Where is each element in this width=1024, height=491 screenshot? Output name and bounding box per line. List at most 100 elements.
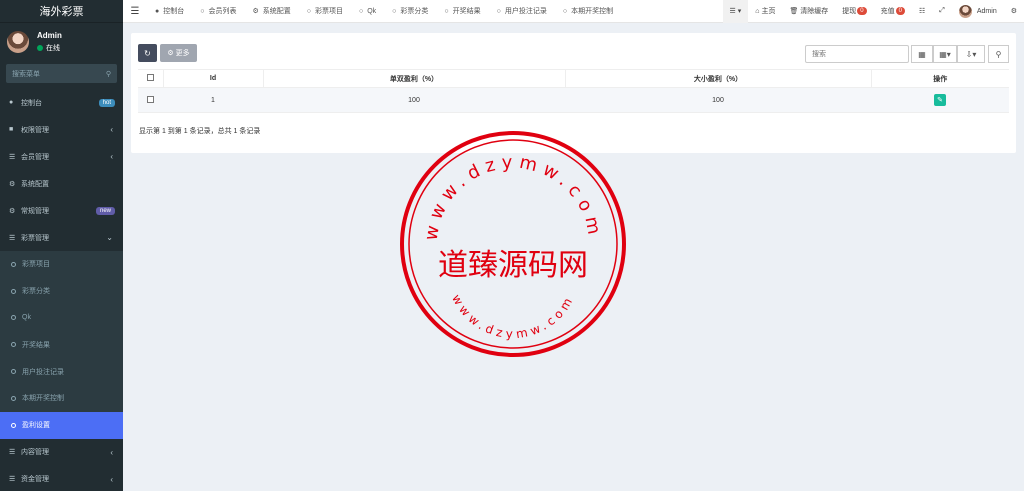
trash-icon: 🗑 [789,8,799,15]
withdraw-count-badge: 0 [857,7,867,15]
tab-bet-records[interactable]: ○ 用户投注记录 [489,0,555,23]
stamp-ring-text-bottom: www.dzymw.com [449,292,577,341]
sidebar-item-bet-records[interactable]: 用户投注记录 [0,358,123,385]
withdraw-link[interactable]: 提现 0 [835,0,873,23]
select-all-header [138,69,163,88]
chevron-left-icon: ‹ [110,474,113,484]
sidebar-item-content[interactable]: ☰ 内容管理 ‹ [0,439,123,466]
sidebar-item-draw-results[interactable]: 开奖结果 [0,331,123,358]
brand-logo[interactable]: 海外彩票 [0,0,123,23]
pencil-icon: ✎ [937,97,943,104]
group-icon: ■ [9,126,14,133]
column-header-id[interactable]: Id [162,69,263,88]
stamp-center-text: 道臻源码网 [438,248,588,283]
circle-icon [11,395,16,401]
tab-member-list[interactable]: ○ 会员列表 [192,0,244,23]
circle-icon: ○ [562,7,568,15]
gear-icon: ⚙ [167,50,174,57]
circle-icon [11,342,16,348]
cell-id: 1 [163,87,263,113]
cell-big-small: 100 [565,87,871,113]
watermark-stamp: www.dzymw.com www.dzymw.com 道臻源码网 [397,128,629,360]
columns-icon: ▦▾ [939,49,951,59]
sidebar-item-dashboard[interactable]: ● 控制台 hot [0,89,123,116]
tab-lottery-projects[interactable]: ○ 彩票项目 [299,0,351,23]
columns-button[interactable]: ▦▾ [933,45,957,63]
circle-icon [11,261,16,267]
export-button[interactable]: ⇩▾ [957,45,985,63]
tab-draw-control[interactable]: ○ 本期开奖控制 [555,0,621,23]
sidebar-item-system-config[interactable]: ⚙ 系统配置 [0,170,123,197]
circle-icon: ○ [496,7,501,15]
export-icon: ⇩▾ [965,49,977,59]
sidebar: 海外彩票 Admin 在线 搜索菜单 ⚲ ● 控制台 hot ■ 权限管理 ‹ … [0,0,123,491]
tab-draw-results[interactable]: ○ 开奖结果 [436,0,488,23]
dashboard-icon: ● [9,99,14,106]
circle-icon [11,369,16,375]
circle-icon [11,288,16,294]
more-button[interactable]: ⚙ 更多 [160,44,197,62]
circle-icon: ○ [358,7,364,15]
chevron-left-icon: ‹ [110,125,113,134]
user-menu[interactable]: Admin [952,0,1004,23]
sidebar-item-general[interactable]: ⚙ 常规管理 new [0,197,123,224]
recharge-link[interactable]: 充值 0 [874,0,912,23]
search-icon[interactable]: ⚲ [106,70,111,78]
chevron-down-icon: ⌄ [106,233,113,242]
gear-icon: ⚙ [252,8,259,15]
row-checkbox[interactable] [147,95,154,103]
gear-icon: ⚙ [9,180,16,188]
table-icon: ▦ [918,49,926,59]
clear-cache-button[interactable]: 🗑 清除缓存 [782,0,835,23]
column-header-big-small[interactable]: 大小盈利（%） [564,69,871,88]
sidebar-item-profit-settings[interactable]: 盈利设置 [0,411,123,439]
sidebar-item-funds[interactable]: ☰ 资金管理 ‹ [0,466,123,491]
home-link[interactable]: ⌂ 主页 [748,0,782,23]
sidebar-item-qk[interactable]: Qk [0,305,123,332]
dashboard-icon: ● [155,7,160,15]
chevron-left-icon: ‹ [110,447,113,457]
sidebar-item-lottery[interactable]: ☰ 彩票管理 ⌄ [0,224,123,251]
advanced-search-button[interactable]: ⚲ [988,45,1009,63]
sidebar-item-draw-control[interactable]: 本期开奖控制 [0,385,123,412]
profit-settings-table: Id 单双盈利（%） 大小盈利（%） 操作 1 100 100 ✎ [138,69,1009,113]
select-all-checkbox[interactable] [146,74,154,81]
edit-button[interactable]: ✎ [934,94,946,106]
lottery-submenu: 彩票项目 彩票分类 Qk 开奖结果 用户投注记录 本期开奖控制 盈利设置 [0,251,123,439]
table-row: 1 100 100 ✎ [138,87,1009,113]
sidebar-item-lottery-categories[interactable]: 彩票分类 [0,278,123,305]
tab-qk[interactable]: ○ Qk [351,0,384,23]
tab-lottery-categories[interactable]: ○ 彩票分类 [384,0,436,23]
sidebar-item-lottery-projects[interactable]: 彩票项目 [0,251,123,278]
table-toolbar: ↻ ⚙ 更多 ▦ ▦▾ ⇩▾ ⚲ [131,33,1016,67]
user-name: Admin [37,30,62,40]
new-badge: new [95,206,115,215]
table-header-row: Id 单双盈利（%） 大小盈利（%） 操作 [138,69,1009,88]
list-icon: ☰ [9,476,16,484]
settings-icon[interactable]: ⚙ [1004,0,1024,23]
menu-toggle-icon[interactable]: ☰ [123,6,147,17]
column-header-odd-even[interactable]: 单双盈利（%） [262,69,565,88]
fullscreen-icon[interactable]: ⤢ [932,0,952,23]
refresh-button[interactable]: ↻ [138,44,157,62]
list-icon: ☰ [9,449,16,457]
translate-icon[interactable]: ☷ [912,0,932,23]
chevron-left-icon: ‹ [110,152,113,161]
circle-icon: ○ [444,7,449,15]
home-icon: ⌂ [755,7,760,15]
sidebar-search-input[interactable]: 搜索菜单 ⚲ [6,64,117,83]
tab-dashboard[interactable]: ● 控制台 [147,0,192,23]
online-dot-icon [37,44,43,51]
list-icon: ☰ [9,234,16,242]
avatar [958,4,972,18]
topbar: ☰ ● 控制台 ○ 会员列表 ⚙ 系统配置 ○ 彩票项目 ○ Qk ○ 彩票分类 ○ 开奖结果… [123,0,1024,23]
recharge-count-badge: 0 [895,7,905,15]
tab-system-config[interactable]: ⚙ 系统配置 [244,0,298,23]
table-search-input[interactable] [805,45,909,63]
toggle-view-button[interactable]: ▦ [911,45,933,63]
caret-down-icon: ▾ [737,8,742,15]
tabs-dropdown-button[interactable]: ☰ ▾ [722,0,749,23]
sidebar-item-permissions[interactable]: ■ 权限管理 ‹ [0,116,123,143]
hot-badge: hot [98,98,115,107]
sidebar-item-members[interactable]: ☰ 会员管理 ‹ [0,143,123,170]
